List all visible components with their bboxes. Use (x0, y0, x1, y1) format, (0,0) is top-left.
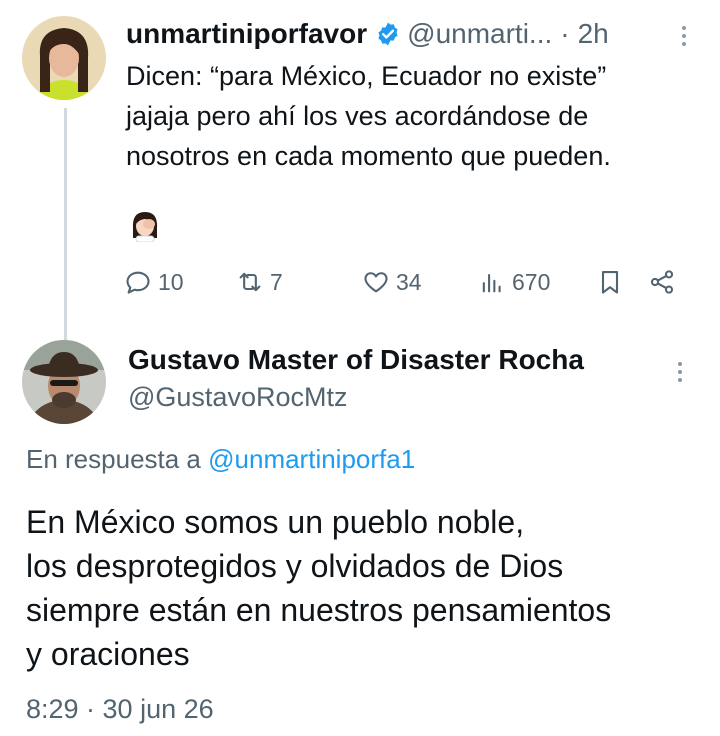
reply-button[interactable]: 10 (124, 262, 184, 302)
tweet1-text: Dicen: “para México, Ecuador no existe” … (126, 56, 706, 176)
tweet2-text-line: los desprotegidos y olvidados de Dios (26, 548, 564, 584)
tweet1-text-line: nosotros en cada momento que pueden. (126, 141, 611, 171)
repost-icon (239, 272, 261, 292)
reply-count: 10 (158, 268, 184, 295)
tweet2-text-line: siempre están en nuestros pensamientos (26, 592, 612, 628)
avatar-unmartiniporfavor[interactable] (22, 16, 106, 100)
share-icon (650, 270, 674, 294)
analytics-icon (482, 273, 501, 293)
tweet1-display-name[interactable]: unmartiniporfavor (126, 18, 367, 50)
tweet2-text: En México somos un pueblo noble, los des… (26, 500, 706, 676)
bookmark-button[interactable] (596, 262, 630, 302)
more-options-icon[interactable] (666, 358, 694, 386)
tweet2-text-line: y oraciones (26, 636, 190, 672)
more-options-icon[interactable] (670, 22, 698, 50)
views-button[interactable]: 670 (478, 262, 550, 302)
heart-icon (364, 272, 388, 293)
tweet2-handle[interactable]: @GustavoRocMtz (128, 382, 347, 413)
woman-facepalming-emoji-icon (132, 212, 158, 242)
like-count: 34 (396, 268, 422, 295)
tweet1-time[interactable]: 2h (578, 18, 609, 50)
reply-prefix: En respuesta a (26, 444, 201, 474)
like-button[interactable]: 34 (362, 262, 422, 302)
tweet2-timestamp[interactable]: 8:29 · 30 jun 26 (26, 694, 214, 725)
avatar-image (22, 16, 106, 100)
thread-connector-line (64, 108, 67, 340)
share-button[interactable] (648, 262, 682, 302)
bookmark-icon (601, 271, 619, 294)
tweet2-display-name[interactable]: Gustavo Master of Disaster Rocha (128, 344, 584, 376)
tweet1-actions: 10 7 34 670 (124, 262, 690, 302)
repost-count: 7 (270, 268, 283, 295)
reply-mention-link[interactable]: @unmartiniporfa1 (208, 444, 415, 474)
view-count: 670 (512, 268, 551, 295)
reply-icon (126, 271, 150, 294)
repost-button[interactable]: 7 (236, 262, 283, 302)
separator-dot: · (560, 18, 570, 49)
avatar-image (22, 340, 106, 424)
tweet1-header: unmartiniporfavor @unmarti... · 2h (126, 14, 702, 54)
reply-context: En respuesta a @unmartiniporfa1 (26, 444, 415, 475)
verified-badge-icon (378, 22, 398, 46)
tweet1-handle[interactable]: @unmarti... (407, 18, 552, 50)
avatar-gustavo[interactable] (22, 340, 106, 424)
tweet2-text-line: En México somos un pueblo noble, (26, 504, 525, 540)
tweet1-text-line: jajaja pero ahí los ves acordándose de (126, 101, 589, 131)
tweet1-text-line: Dicen: “para México, Ecuador no existe” (126, 61, 607, 91)
